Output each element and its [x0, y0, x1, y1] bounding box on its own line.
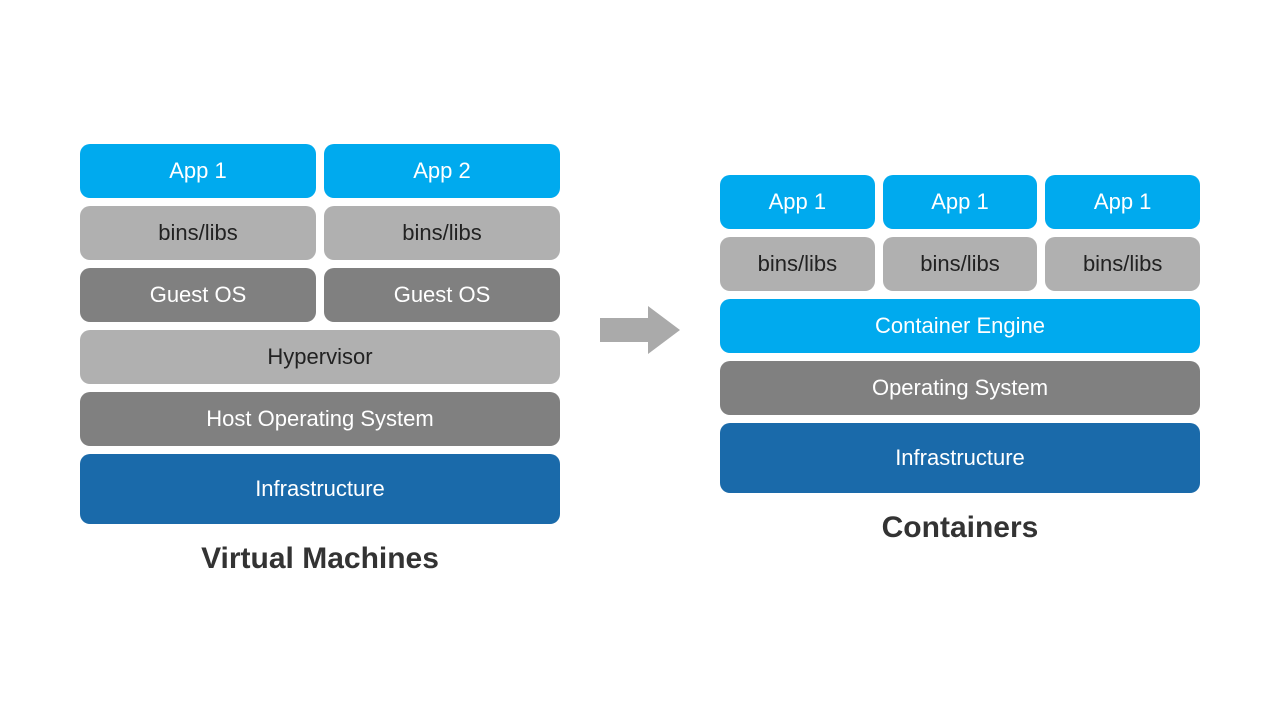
virtual-machines-column: App 1 App 2 bins/libs bins/libs Guest OS [80, 144, 560, 576]
container-engine-label: Container Engine [875, 313, 1045, 339]
containers-bins3-label: bins/libs [1083, 251, 1162, 277]
containers-stack: App 1 App 1 App 1 bins/libs bins/libs [720, 175, 1200, 493]
vm-app2-label: App 2 [413, 158, 471, 184]
vm-guestos1-box: Guest OS [80, 268, 316, 322]
vm-hostos-label: Host Operating System [206, 406, 433, 432]
vm-guestos-row: Guest OS Guest OS [80, 268, 560, 322]
containers-bins3-box: bins/libs [1045, 237, 1200, 291]
containers-app2-box: App 1 [883, 175, 1038, 229]
containers-app1-label: App 1 [769, 189, 827, 215]
containers-title: Containers [882, 511, 1039, 545]
containers-infra-box: Infrastructure [720, 423, 1200, 493]
vm-app2-box: App 2 [324, 144, 560, 198]
vm-app1-box: App 1 [80, 144, 316, 198]
containers-app3-box: App 1 [1045, 175, 1200, 229]
vm-infra-box: Infrastructure [80, 454, 560, 524]
vm-guestos2-box: Guest OS [324, 268, 560, 322]
containers-bins1-label: bins/libs [758, 251, 837, 277]
vm-app1-label: App 1 [169, 158, 227, 184]
containers-app2-label: App 1 [931, 189, 989, 215]
vm-bins2-box: bins/libs [324, 206, 560, 260]
container-engine-box: Container Engine [720, 299, 1200, 353]
containers-app3-label: App 1 [1094, 189, 1152, 215]
vm-title: Virtual Machines [201, 542, 439, 576]
containers-bins2-box: bins/libs [883, 237, 1038, 291]
vm-guestos1-label: Guest OS [150, 282, 247, 308]
containers-bins1-box: bins/libs [720, 237, 875, 291]
containers-os-box: Operating System [720, 361, 1200, 415]
containers-bins2-label: bins/libs [920, 251, 999, 277]
containers-column: App 1 App 1 App 1 bins/libs bins/libs [720, 175, 1200, 545]
vm-bins1-box: bins/libs [80, 206, 316, 260]
containers-app-row: App 1 App 1 App 1 [720, 175, 1200, 229]
diagram-container: App 1 App 2 bins/libs bins/libs Guest OS [40, 144, 1240, 576]
containers-app1-box: App 1 [720, 175, 875, 229]
vm-hypervisor-label: Hypervisor [267, 344, 372, 370]
vm-hostos-box: Host Operating System [80, 392, 560, 446]
vm-app-row: App 1 App 2 [80, 144, 560, 198]
vm-bins-row: bins/libs bins/libs [80, 206, 560, 260]
arrow-container [600, 300, 680, 420]
containers-bins-row: bins/libs bins/libs bins/libs [720, 237, 1200, 291]
arrow-icon [600, 300, 680, 360]
containers-infra-label: Infrastructure [895, 445, 1025, 471]
vm-bins1-label: bins/libs [158, 220, 237, 246]
vm-infra-label: Infrastructure [255, 476, 385, 502]
vm-hypervisor-box: Hypervisor [80, 330, 560, 384]
vm-bins2-label: bins/libs [402, 220, 481, 246]
vm-stack: App 1 App 2 bins/libs bins/libs Guest OS [80, 144, 560, 524]
vm-guestos2-label: Guest OS [394, 282, 491, 308]
containers-os-label: Operating System [872, 375, 1048, 401]
